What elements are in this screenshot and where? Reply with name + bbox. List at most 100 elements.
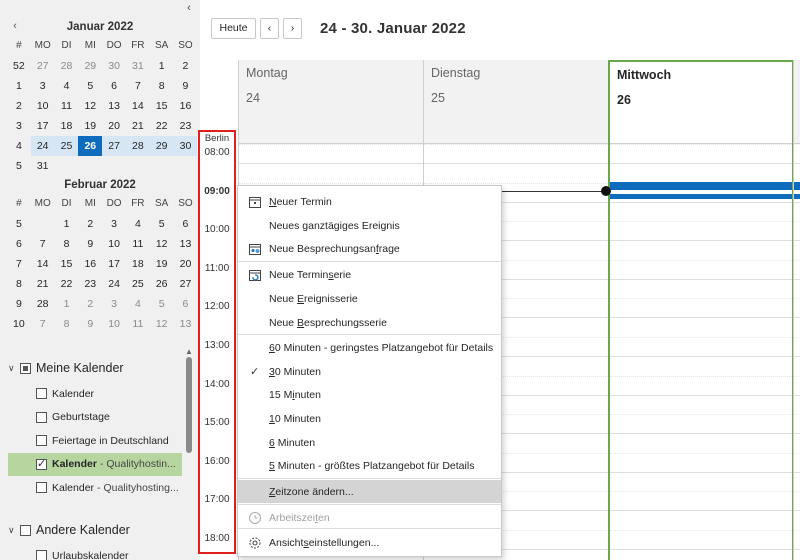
- sidebar-scrollbar[interactable]: ▲: [185, 347, 193, 557]
- menu-item-new-recurring-meeting[interactable]: Neue Besprechungsserie: [238, 311, 501, 334]
- prev-week-button[interactable]: ‹: [260, 18, 279, 39]
- date-cell[interactable]: 11: [55, 96, 79, 116]
- date-cell[interactable]: 23: [174, 116, 198, 136]
- group-my-calendars[interactable]: ∨ Meine Kalender: [8, 358, 124, 378]
- week-number[interactable]: 2: [7, 96, 31, 116]
- date-cell[interactable]: 16: [174, 96, 198, 116]
- date-cell[interactable]: 27: [102, 136, 126, 156]
- date-cell[interactable]: 18: [55, 116, 79, 136]
- date-cell[interactable]: 7: [126, 76, 150, 96]
- date-cell[interactable]: 20: [174, 254, 198, 274]
- date-cell[interactable]: 25: [54, 136, 79, 156]
- day-column[interactable]: Mittwoch 26: [608, 60, 793, 560]
- date-cell[interactable]: 22: [150, 116, 174, 136]
- date-cell[interactable]: 12: [150, 234, 174, 254]
- date-cell[interactable]: 4: [126, 214, 150, 234]
- date-cell[interactable]: 12: [78, 96, 102, 116]
- date-cell[interactable]: 9: [78, 314, 102, 334]
- scroll-up-icon[interactable]: ▲: [185, 347, 193, 356]
- date-cell[interactable]: 6: [174, 294, 198, 314]
- date-cell[interactable]: 19: [78, 116, 102, 136]
- date-cell[interactable]: 28: [55, 56, 79, 76]
- calendar-checkbox[interactable]: [36, 435, 47, 446]
- calendar-checkbox[interactable]: [36, 457, 47, 470]
- date-cell[interactable]: 7: [31, 314, 55, 334]
- menu-item-new-recurring-appointment[interactable]: Neue Terminserie: [238, 263, 501, 286]
- menu-item-new-all-day-event[interactable]: Neues ganztägiges Ereignis: [238, 214, 501, 237]
- date-cell[interactable]: 12: [150, 314, 174, 334]
- event-bar[interactable]: [794, 194, 800, 199]
- date-cell[interactable]: 10: [102, 314, 126, 334]
- day-header[interactable]: Mittwoch 26: [610, 60, 792, 144]
- week-number[interactable]: 5: [7, 214, 31, 234]
- date-cell[interactable]: 13: [102, 96, 126, 116]
- date-cell[interactable]: 6: [174, 214, 198, 234]
- menu-item-scale-5[interactable]: 5 Minuten - größtes Platzangebot für Det…: [238, 454, 501, 477]
- day-header[interactable]: Montag 24: [239, 60, 423, 144]
- date-cell[interactable]: 8: [150, 76, 174, 96]
- menu-item-scale-30[interactable]: ✓ 30 Minuten: [238, 360, 501, 383]
- week-number[interactable]: 10: [7, 314, 31, 334]
- date-cell[interactable]: 3: [102, 214, 126, 234]
- date-cell[interactable]: 6: [102, 76, 126, 96]
- week-number[interactable]: 6: [7, 234, 31, 254]
- date-cell[interactable]: 27: [31, 56, 55, 76]
- date-cell[interactable]: 15: [55, 254, 79, 274]
- calendar-item[interactable]: Geburtstage: [8, 406, 182, 429]
- date-cell[interactable]: 25: [126, 274, 150, 294]
- next-week-button[interactable]: ›: [283, 18, 302, 39]
- menu-item-scale-60[interactable]: 60 Minuten - geringstes Platzangebot für…: [238, 336, 501, 359]
- date-cell[interactable]: 8: [55, 234, 79, 254]
- event-bar[interactable]: [610, 194, 792, 199]
- date-cell[interactable]: 5: [78, 76, 102, 96]
- date-cell[interactable]: 10: [102, 234, 126, 254]
- date-cell[interactable]: 17: [31, 116, 55, 136]
- date-cell[interactable]: 8: [55, 314, 79, 334]
- day-header[interactable]: D2: [794, 60, 800, 144]
- date-cell[interactable]: 15: [150, 96, 174, 116]
- date-cell[interactable]: 26: [150, 274, 174, 294]
- menu-item-new-appointment[interactable]: Neuer Termin: [238, 190, 501, 213]
- calendar-checkbox[interactable]: [36, 388, 47, 399]
- date-cell[interactable]: 20: [102, 116, 126, 136]
- date-cell[interactable]: 7: [31, 234, 55, 254]
- week-number[interactable]: 9: [7, 294, 31, 314]
- week-number[interactable]: 4: [7, 136, 31, 156]
- menu-item-new-meeting-request[interactable]: Neue Besprechungsanfrage: [238, 237, 501, 260]
- calendar-checkbox[interactable]: [36, 411, 47, 423]
- date-cell[interactable]: 5: [150, 294, 174, 314]
- date-cell[interactable]: 30: [102, 56, 126, 76]
- date-cell[interactable]: 10: [31, 96, 55, 116]
- week-number[interactable]: 8: [7, 274, 31, 294]
- date-cell[interactable]: 2: [78, 294, 102, 314]
- date-cell[interactable]: 29: [149, 136, 174, 156]
- date-cell[interactable]: 18: [126, 254, 150, 274]
- event-bar[interactable]: [794, 182, 800, 190]
- group-other-calendars[interactable]: ∨ Andere Kalender: [8, 520, 130, 540]
- week-number[interactable]: 3: [7, 116, 31, 136]
- calendar-checkbox[interactable]: [36, 550, 47, 560]
- date-cell[interactable]: 2: [174, 56, 198, 76]
- date-cell[interactable]: 4: [55, 76, 79, 96]
- week-number[interactable]: 5: [7, 156, 31, 176]
- date-cell[interactable]: 1: [55, 214, 79, 234]
- date-cell[interactable]: 27: [174, 274, 198, 294]
- date-cell[interactable]: 11: [126, 234, 150, 254]
- chevron-down-icon[interactable]: ∨: [8, 525, 20, 536]
- menu-item-change-timezone[interactable]: Zeitzone ändern...: [238, 480, 501, 503]
- calendar-item[interactable]: Feiertage in Deutschland: [8, 429, 182, 452]
- date-cell[interactable]: 1: [55, 294, 79, 314]
- week-number[interactable]: 7: [7, 254, 31, 274]
- event-bar[interactable]: [610, 182, 792, 190]
- date-cell[interactable]: 23: [78, 274, 102, 294]
- calendar-item[interactable]: Kalender- Qualityhostin...: [8, 452, 182, 476]
- date-cell[interactable]: 24: [102, 274, 126, 294]
- date-cell[interactable]: 24: [30, 136, 55, 156]
- group-checkbox[interactable]: [20, 362, 31, 374]
- date-cell[interactable]: 31: [31, 156, 55, 176]
- date-cell[interactable]: 3: [31, 76, 55, 96]
- day-column[interactable]: D2: [793, 60, 800, 560]
- date-cell[interactable]: 31: [126, 56, 150, 76]
- date-cell[interactable]: 14: [31, 254, 55, 274]
- date-cell[interactable]: 16: [78, 254, 102, 274]
